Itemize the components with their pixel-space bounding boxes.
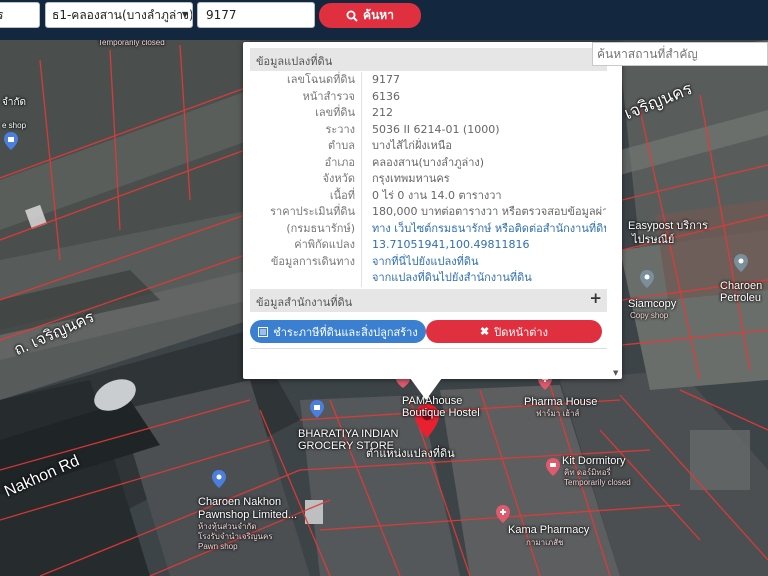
- section-header-parcel-info: ข้อมูลแปลงที่ดิน: [250, 48, 607, 71]
- map-label: Charoen: [720, 280, 763, 292]
- map-label: Kit Dormitory: [562, 455, 626, 467]
- close-window-button[interactable]: ✖ ปิดหน้าต่าง: [426, 320, 602, 343]
- hotel-pin-icon[interactable]: [546, 458, 560, 476]
- map-label: e shop: [2, 121, 27, 130]
- map-label: คิท ดอร์มิทอรี่: [564, 468, 611, 477]
- info-row-value: 9177: [372, 73, 400, 86]
- map-label: Petroleu: [720, 292, 761, 304]
- parcel-info-window: ข้อมูลแปลงที่ดิน เลขโฉนดที่ดิน 9177 หน้าสำ…: [243, 42, 622, 379]
- map-label: ฟาร์มา เฮ้าส์: [536, 409, 580, 418]
- pawnshop-pin-icon[interactable]: [212, 470, 226, 488]
- parcel-number-input[interactable]: [197, 2, 315, 28]
- section-title: ข้อมูลสำนักงานที่ดิน: [256, 296, 353, 309]
- info-row-key: เนื้อที่: [250, 187, 362, 204]
- province-select[interactable]: ร: [0, 2, 40, 28]
- map-label: ตำแหน่งแปลงที่ดิน: [366, 448, 455, 460]
- map-label: BHARATIYA INDIAN: [298, 428, 399, 440]
- map-label: Pawn shop: [198, 542, 238, 551]
- info-row-key: ข้อมูลการเดินทาง: [250, 253, 362, 270]
- province-select-value: ร: [0, 8, 3, 22]
- info-row: จากแปลงที่ดินไปยังสำนักงานที่ดิน: [250, 270, 607, 287]
- info-row-link[interactable]: 13.71051941,100.49811816: [362, 237, 606, 254]
- map-label: กามาเภสัช: [526, 538, 564, 547]
- info-row: เลขโฉนดที่ดิน 9177: [250, 72, 607, 89]
- info-row: ตำบล บางไส้ไก่ฝั่งเหนือ: [250, 138, 607, 155]
- section-header-land-office[interactable]: ข้อมูลสำนักงานที่ดิน +: [250, 289, 607, 312]
- info-row: ค่าพิกัดแปลง 13.71051941,100.49811816: [250, 237, 607, 254]
- map-label: Pawnshop Limited...: [198, 509, 298, 521]
- info-row-key: ค่าพิกัดแปลง: [250, 237, 362, 254]
- expand-icon[interactable]: +: [589, 289, 602, 307]
- shopping-pin-icon[interactable]: [4, 132, 18, 150]
- district-select[interactable]: ธ1-คลองสาน(บางลำภูล่าง) ▼: [45, 2, 193, 28]
- map-label: จำกัด: [2, 97, 27, 108]
- search-toolbar: ร ธ1-คลองสาน(บางลำภูล่าง) ▼ ค้นหา: [0, 0, 768, 40]
- info-row: เลขที่ดิน 212: [250, 105, 607, 122]
- info-row: อำเภอ คลองสาน(บางลำภูล่าง): [250, 154, 607, 171]
- search-button-label: ค้นหา: [363, 8, 394, 22]
- map-label: Temporarily closed: [564, 478, 631, 487]
- chevron-down-icon: ▼: [181, 10, 188, 19]
- district-select-value: ธ1-คลองสาน(บางลำภูล่าง): [52, 8, 193, 22]
- map-label: Boutique Hostel: [402, 407, 480, 419]
- info-row: หน้าสำรวจ 6136: [250, 88, 607, 105]
- search-button[interactable]: ค้นหา: [319, 3, 421, 28]
- info-row-value: 5036 II 6214-01 (1000): [372, 122, 500, 136]
- info-row-link[interactable]: จากที่นี่ไปยังแปลงที่ดิน: [362, 254, 606, 271]
- place-pin-icon[interactable]: [734, 254, 748, 272]
- info-row: ข้อมูลการเดินทาง จากที่นี่ไปยังแปลงที่ดิน: [250, 253, 607, 271]
- parcel-info-table: เลขโฉนดที่ดิน 9177 หน้าสำรวจ 6136 เลขที่ดิน 2…: [250, 72, 607, 287]
- map-label: Copy shop: [630, 311, 669, 320]
- info-row-value: 180,000 บาทต่อตารางวา หรือตรวจสอบข้อมูลผ…: [372, 205, 606, 218]
- info-row-key: เลขโฉนดที่ดิน: [250, 72, 362, 89]
- document-icon: [258, 326, 269, 337]
- info-row-value: บางไส้ไก่ฝั่งเหนือ: [372, 139, 452, 152]
- map-label: Pharma House: [524, 396, 598, 408]
- map-label: Kama Pharmacy: [508, 524, 590, 536]
- info-row-key: อำเภอ: [250, 154, 362, 171]
- search-icon: [346, 10, 358, 22]
- info-row: จังหวัด กรุงเทพมหานคร: [250, 171, 607, 188]
- map-label: Siamcopy: [628, 298, 677, 310]
- info-row: (กรมธนารักษ์) ทาง เว็บไซต์กรมธนารักษ์ หรื…: [250, 220, 607, 238]
- map-label: ไปรษณีย์: [632, 234, 675, 246]
- map-label: ห้างหุ้นส่วนจำกัด: [198, 522, 257, 531]
- map-label: โรงรับจำนำเจริญนคร: [198, 532, 273, 541]
- info-row-key: เลขที่ดิน: [250, 105, 362, 122]
- pay-land-tax-label: ชำระภาษีที่ดินและสิ่งปลูกสร้าง: [273, 326, 418, 339]
- popup-pointer: [410, 378, 442, 400]
- info-row: ราคาประเมินที่ดิน 180,000 บาทต่อตารางวา ห…: [250, 204, 607, 221]
- shopping-pin-icon[interactable]: [310, 400, 324, 418]
- divider: [250, 348, 607, 349]
- info-row-key: [250, 270, 362, 287]
- info-row-value: คลองสาน(บางลำภูล่าง): [372, 155, 485, 169]
- place-search-input[interactable]: [592, 42, 768, 66]
- info-row-value: 0 ไร่ 0 งาน 14.0 ตารางวา: [372, 188, 502, 202]
- info-row-value: 212: [372, 106, 393, 119]
- info-row-value: กรุงเทพมหานคร: [372, 172, 450, 185]
- info-row-key: ราคาประเมินที่ดิน: [250, 204, 362, 221]
- info-row: ระวาง 5036 II 6214-01 (1000): [250, 121, 607, 138]
- info-row-link[interactable]: ทาง เว็บไซต์กรมธนารักษ์ หรือติดต่อสำนักง…: [362, 221, 606, 238]
- close-window-label: ปิดหน้าต่าง: [494, 326, 548, 339]
- place-pin-icon[interactable]: [640, 270, 654, 288]
- info-row-link[interactable]: จากแปลงที่ดินไปยังสำนักงานที่ดิน: [362, 270, 606, 287]
- info-row-key: จังหวัด: [250, 171, 362, 188]
- pay-land-tax-button[interactable]: ชำระภาษีที่ดินและสิ่งปลูกสร้าง: [250, 320, 426, 343]
- info-row-key: หน้าสำรวจ: [250, 88, 362, 105]
- scroll-down-icon[interactable]: ▼: [613, 369, 618, 377]
- info-row-key: (กรมธนารักษ์): [250, 220, 362, 237]
- map-label: Charoen Nakhon: [198, 496, 282, 508]
- info-row-value: 6136: [372, 89, 400, 103]
- info-row: เนื้อที่ 0 ไร่ 0 งาน 14.0 ตารางวา: [250, 187, 607, 204]
- close-icon: ✖: [480, 326, 490, 338]
- info-row-key: ระวาง: [250, 121, 362, 138]
- pharmacy-pin-icon[interactable]: [496, 505, 510, 523]
- section-title: ข้อมูลแปลงที่ดิน: [256, 55, 333, 68]
- popup-scrollbar[interactable]: ▲ ▼: [611, 42, 621, 379]
- info-row-key: ตำบล: [250, 138, 362, 155]
